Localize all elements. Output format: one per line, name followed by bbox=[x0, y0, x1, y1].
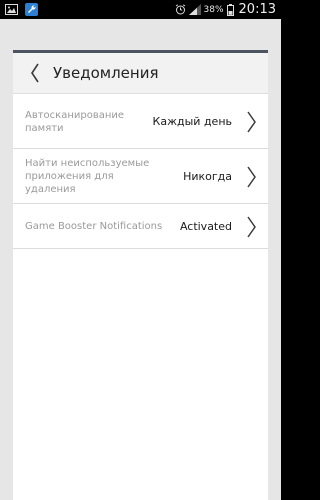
setting-label: Game Booster Notifications bbox=[25, 221, 163, 232]
chevron-right-icon bbox=[247, 166, 256, 188]
setting-row-autoscan[interactable]: Автосканирование памяти Каждый день bbox=[13, 94, 268, 149]
status-bar: 38% 20:13 bbox=[0, 0, 281, 19]
alarm-clock-icon bbox=[175, 4, 185, 15]
status-bar-notifications bbox=[5, 3, 38, 16]
header-bar: Уведомления bbox=[13, 53, 268, 94]
setting-row-game-booster[interactable]: Game Booster Notifications Activated bbox=[13, 204, 268, 249]
chevron-left-icon bbox=[31, 63, 39, 83]
status-bar-system: 38% 20:13 bbox=[175, 0, 276, 19]
back-button[interactable] bbox=[21, 53, 49, 93]
setting-label: Найти неиспользуемые приложения для удал… bbox=[25, 158, 150, 195]
page-title: Уведомления bbox=[53, 64, 159, 82]
clock-time: 20:13 bbox=[238, 2, 276, 17]
battery-icon bbox=[226, 3, 234, 16]
app-background: Уведомления Автосканирование памяти Кажд… bbox=[0, 19, 281, 500]
setting-value: Каждый день bbox=[152, 115, 232, 128]
setting-label: Автосканирование памяти bbox=[25, 109, 125, 134]
gallery-notification-icon bbox=[5, 4, 18, 15]
chevron-right-icon bbox=[247, 216, 256, 238]
signal-strength-icon bbox=[188, 4, 201, 15]
setting-row-unused-apps[interactable]: Найти неиспользуемые приложения для удал… bbox=[13, 149, 268, 204]
setting-value: Никогда bbox=[183, 170, 232, 183]
setting-value: Activated bbox=[179, 220, 232, 233]
battery-percent: 38% bbox=[203, 4, 224, 15]
chevron-right-icon bbox=[247, 111, 256, 133]
settings-card: Уведомления Автосканирование памяти Кажд… bbox=[13, 50, 268, 500]
wrench-notification-icon bbox=[25, 3, 38, 16]
